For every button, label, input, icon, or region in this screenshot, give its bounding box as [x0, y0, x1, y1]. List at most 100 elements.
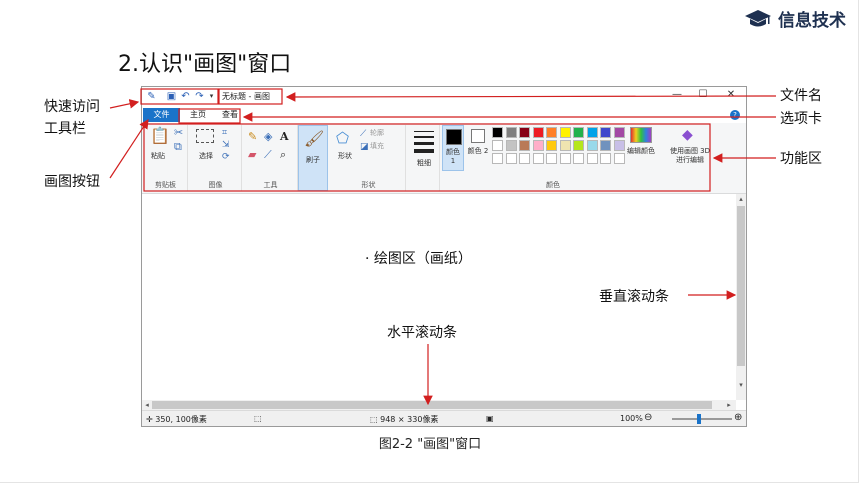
text-tool-icon[interactable]: A: [280, 131, 289, 143]
customize-quick-access-icon[interactable]: ▾: [206, 91, 217, 102]
color1-button[interactable]: 颜色 1: [442, 125, 464, 171]
palette-swatch[interactable]: [505, 140, 517, 151]
figure-caption: 图2-2 "画图"窗口: [378, 437, 482, 452]
color2-swatch: [471, 129, 485, 143]
select-button[interactable]: 选择: [194, 152, 218, 161]
cursor-position: ✛ 350, 100像素: [146, 415, 207, 424]
image-label: 图像: [208, 181, 223, 189]
palette-swatch[interactable]: [613, 140, 625, 151]
vertical-scrollbar[interactable]: ▴ ▾: [736, 194, 746, 400]
fill-icon[interactable]: ◪: [360, 141, 369, 153]
size-button[interactable]: 粗细: [408, 125, 440, 191]
palette-swatch[interactable]: [600, 140, 611, 151]
shapes-button[interactable]: 形状: [334, 152, 356, 161]
outline-button[interactable]: 轮廓: [370, 129, 400, 138]
tab-view[interactable]: 查看: [214, 108, 246, 122]
custom-color-swatch[interactable]: [586, 153, 598, 164]
zoom-out-icon[interactable]: ⊖: [644, 412, 652, 423]
palette-swatch[interactable]: [559, 127, 571, 138]
custom-color-swatch[interactable]: [573, 153, 584, 164]
brand-logo: 信息技术: [744, 6, 846, 31]
colors-label: 颜色: [546, 181, 560, 189]
document-title: 无标题 - 画图: [222, 92, 270, 101]
scroll-up-icon[interactable]: ▴: [736, 194, 746, 204]
palette-swatch[interactable]: [492, 140, 503, 151]
palette-swatch[interactable]: [546, 127, 557, 138]
resize-icon[interactable]: ⇲: [222, 139, 230, 151]
rotate-icon[interactable]: ⟳: [222, 151, 230, 163]
size-line-thicker: [414, 149, 434, 153]
edit-colors-icon[interactable]: [630, 127, 652, 143]
cut-icon[interactable]: ✂: [174, 127, 183, 139]
color-picker-icon[interactable]: ⟋: [264, 149, 272, 161]
palette-swatch[interactable]: [519, 127, 530, 138]
tools-group: ✎ ◈ A ▰ ⟋ ⌕ 工具: [244, 125, 298, 191]
save-icon[interactable]: ▣: [166, 91, 177, 102]
size-label: 粗细: [417, 159, 431, 167]
zoom-in-icon[interactable]: ⊕: [734, 412, 742, 423]
color1-swatch: [446, 129, 462, 145]
custom-color-swatch[interactable]: [492, 153, 503, 164]
paste-button[interactable]: 粘贴: [146, 152, 170, 161]
file-size-icon: ▣: [486, 414, 494, 423]
palette-swatch[interactable]: [559, 140, 571, 151]
scroll-down-icon[interactable]: ▾: [736, 380, 746, 390]
file-menu-button[interactable]: 文件: [143, 108, 180, 122]
help-icon[interactable]: ?: [730, 110, 740, 120]
custom-color-swatch[interactable]: [532, 153, 544, 164]
paint3d-icon[interactable]: ◆: [682, 127, 693, 143]
horizontal-scrollbar[interactable]: ◂ ▸: [142, 400, 736, 410]
palette-swatch[interactable]: [573, 127, 584, 138]
outline-icon[interactable]: ⟋: [360, 128, 366, 140]
custom-color-swatch[interactable]: [600, 153, 611, 164]
paste-icon[interactable]: 📋: [150, 127, 170, 145]
palette-swatch[interactable]: [586, 127, 598, 138]
selection-size-icon: ⬚: [254, 414, 262, 423]
palette-swatch[interactable]: [573, 140, 584, 151]
custom-color-swatch[interactable]: [505, 153, 517, 164]
callout-vertical-scrollbar: 垂直滚动条: [599, 289, 669, 305]
palette-swatch[interactable]: [546, 140, 557, 151]
crop-icon[interactable]: ⌗: [222, 127, 227, 139]
palette-swatch[interactable]: [586, 140, 598, 151]
palette-swatch[interactable]: [600, 127, 611, 138]
custom-color-swatch[interactable]: [519, 153, 530, 164]
paint3d-button[interactable]: 使用画图 3D 进行编辑: [666, 147, 714, 165]
shapes-icon[interactable]: ⬠: [336, 129, 349, 147]
custom-color-swatch[interactable]: [546, 153, 557, 164]
copy-icon[interactable]: ⧉: [174, 141, 182, 153]
palette-swatch[interactable]: [519, 140, 530, 151]
zoom-level: 100%: [620, 414, 643, 423]
color2-button[interactable]: 颜色 2: [467, 125, 489, 171]
horizontal-scroll-thumb[interactable]: [152, 401, 712, 409]
palette-swatch[interactable]: [532, 140, 544, 151]
undo-icon[interactable]: ↶: [180, 91, 191, 102]
select-icon[interactable]: [196, 129, 214, 143]
canvas-size-icon: ⬚: [370, 415, 381, 424]
scroll-right-icon[interactable]: ▸: [724, 400, 734, 410]
zoom-slider[interactable]: [672, 414, 732, 424]
edit-colors-button[interactable]: 编辑颜色: [626, 147, 656, 156]
maximize-button[interactable]: ☐: [694, 89, 712, 100]
palette-swatch[interactable]: [492, 127, 503, 138]
close-button[interactable]: ✕: [722, 89, 740, 100]
callout-tabs: 选项卡: [780, 111, 822, 127]
vertical-scroll-thumb[interactable]: [737, 206, 745, 366]
minimize-button[interactable]: —: [668, 89, 686, 100]
scroll-left-icon[interactable]: ◂: [142, 400, 152, 410]
pencil-icon[interactable]: ✎: [248, 131, 257, 143]
brushes-button[interactable]: 🖌 刷子: [298, 125, 328, 191]
redo-icon[interactable]: ↷: [194, 91, 205, 102]
tab-home[interactable]: 主页: [182, 108, 214, 122]
palette-swatch[interactable]: [532, 127, 544, 138]
zoom-slider-thumb[interactable]: [697, 414, 701, 424]
fill-button[interactable]: 填充: [370, 142, 400, 151]
fill-bucket-icon[interactable]: ◈: [264, 131, 272, 143]
custom-color-swatch[interactable]: [559, 153, 571, 164]
custom-color-swatch[interactable]: [613, 153, 625, 164]
eraser-icon[interactable]: ▰: [248, 149, 256, 161]
magnifier-icon[interactable]: ⌕: [280, 149, 286, 161]
palette-swatch[interactable]: [613, 127, 625, 138]
palette-swatch[interactable]: [505, 127, 517, 138]
paint3d-group: ◆ 使用画图 3D 进行编辑: [666, 125, 714, 191]
